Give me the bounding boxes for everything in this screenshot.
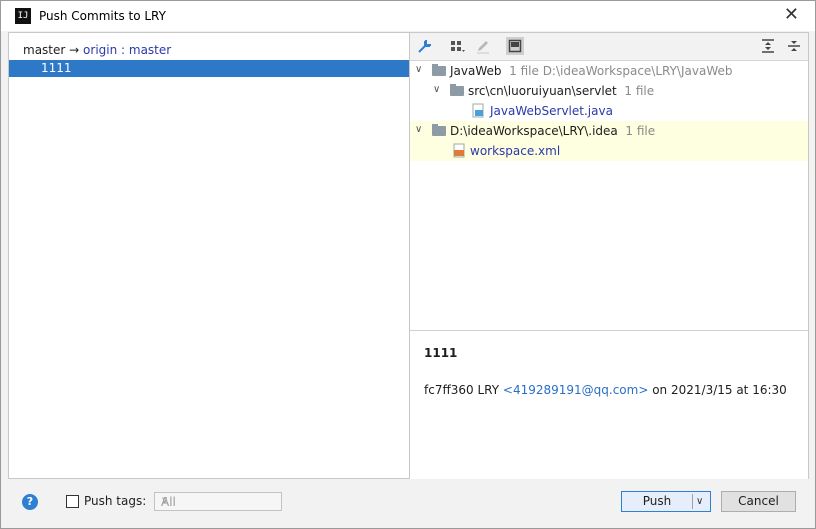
commits-panel: master → origin : master 1111 xyxy=(8,32,410,479)
tags-select[interactable]: All ∨ xyxy=(154,492,282,511)
module-folder-icon xyxy=(432,64,446,76)
chevron-down-icon[interactable]: ∨ xyxy=(415,124,422,135)
chevron-down-icon: ∨ xyxy=(161,495,169,506)
push-button[interactable]: Push ∨ xyxy=(621,491,711,512)
branch-mapping: master → origin : master xyxy=(23,43,171,57)
remote-name[interactable]: origin xyxy=(83,43,117,57)
push-button-divider xyxy=(692,494,693,509)
node-name: JavaWebServlet.java xyxy=(490,104,613,118)
chevron-down-icon[interactable]: ∨ xyxy=(433,84,440,95)
tree-node-file[interactable]: JavaWebServlet.java xyxy=(410,101,808,121)
edit-icon[interactable] xyxy=(474,37,492,55)
folder-icon xyxy=(432,124,446,136)
author-email-link[interactable]: <419289191@qq.com> xyxy=(503,383,649,397)
help-icon[interactable]: ? xyxy=(22,494,38,510)
dialog-title: Push Commits to LRY xyxy=(39,9,166,23)
commit-message: 1111 xyxy=(424,346,458,360)
push-button-label: Push xyxy=(642,494,672,508)
local-branch: master xyxy=(23,43,66,57)
node-meta: 1 file D:\ideaWorkspace\LRY\JavaWeb xyxy=(509,64,733,78)
close-icon[interactable]: ✕ xyxy=(784,5,799,25)
commit-label: 1111 xyxy=(41,61,72,75)
expand-all-icon[interactable] xyxy=(759,37,777,55)
commit-author: LRY xyxy=(477,383,500,397)
package-folder-icon xyxy=(450,84,464,96)
intellij-icon: IJ xyxy=(15,8,31,24)
node-name: JavaWeb xyxy=(450,64,502,78)
xml-file-icon xyxy=(453,143,465,158)
tree-node-file[interactable]: workspace.xml xyxy=(410,141,808,161)
node-name: D:\ideaWorkspace\LRY\.idea xyxy=(450,124,618,138)
cancel-button[interactable]: Cancel xyxy=(721,491,796,512)
node-meta: 1 file xyxy=(625,124,656,138)
collapse-icon[interactable] xyxy=(416,37,434,55)
push-dialog: IJ Push Commits to LRY ✕ master → origin… xyxy=(0,0,816,529)
collapse-all-icon[interactable] xyxy=(785,37,803,55)
group-by-icon[interactable] xyxy=(448,37,466,55)
commit-info: fc7ff360 LRY <419289191@qq.com> on 2021/… xyxy=(424,383,787,397)
push-options-chevron-icon[interactable]: ∨ xyxy=(696,492,703,511)
push-tags-checkbox[interactable] xyxy=(66,495,79,508)
arrow-icon: → xyxy=(69,43,80,57)
node-name: src\cn\luoruiyuan\servlet xyxy=(468,84,617,98)
changes-toolbar xyxy=(410,33,808,61)
remote-separator: : xyxy=(117,43,129,57)
chevron-down-icon[interactable]: ∨ xyxy=(415,64,422,75)
changes-tree: ∨ JavaWeb 1 file D:\ideaWorkspace\LRY\Ja… xyxy=(410,61,808,331)
java-file-icon xyxy=(472,103,484,118)
commit-row[interactable]: 1111 xyxy=(9,60,409,77)
node-name: workspace.xml xyxy=(470,144,561,158)
preview-icon[interactable] xyxy=(506,37,524,55)
tree-node-module[interactable]: ∨ JavaWeb 1 file D:\ideaWorkspace\LRY\Ja… xyxy=(410,61,808,81)
tree-node-folder[interactable]: ∨ D:\ideaWorkspace\LRY\.idea 1 file xyxy=(410,121,808,141)
title-bar: IJ Push Commits to LRY ✕ xyxy=(1,1,815,31)
commit-details: 1111 fc7ff360 LRY <419289191@qq.com> on … xyxy=(410,331,808,479)
commit-hash: fc7ff360 xyxy=(424,383,474,397)
changes-panel: ∨ JavaWeb 1 file D:\ideaWorkspace\LRY\Ja… xyxy=(410,32,809,479)
push-tags-label[interactable]: Push tags: xyxy=(84,494,146,508)
node-meta: 1 file xyxy=(624,84,655,98)
remote-branch[interactable]: master xyxy=(129,43,171,57)
commit-date: on 2021/3/15 at 16:30 xyxy=(652,383,787,397)
tree-node-package[interactable]: ∨ src\cn\luoruiyuan\servlet 1 file xyxy=(410,81,808,101)
